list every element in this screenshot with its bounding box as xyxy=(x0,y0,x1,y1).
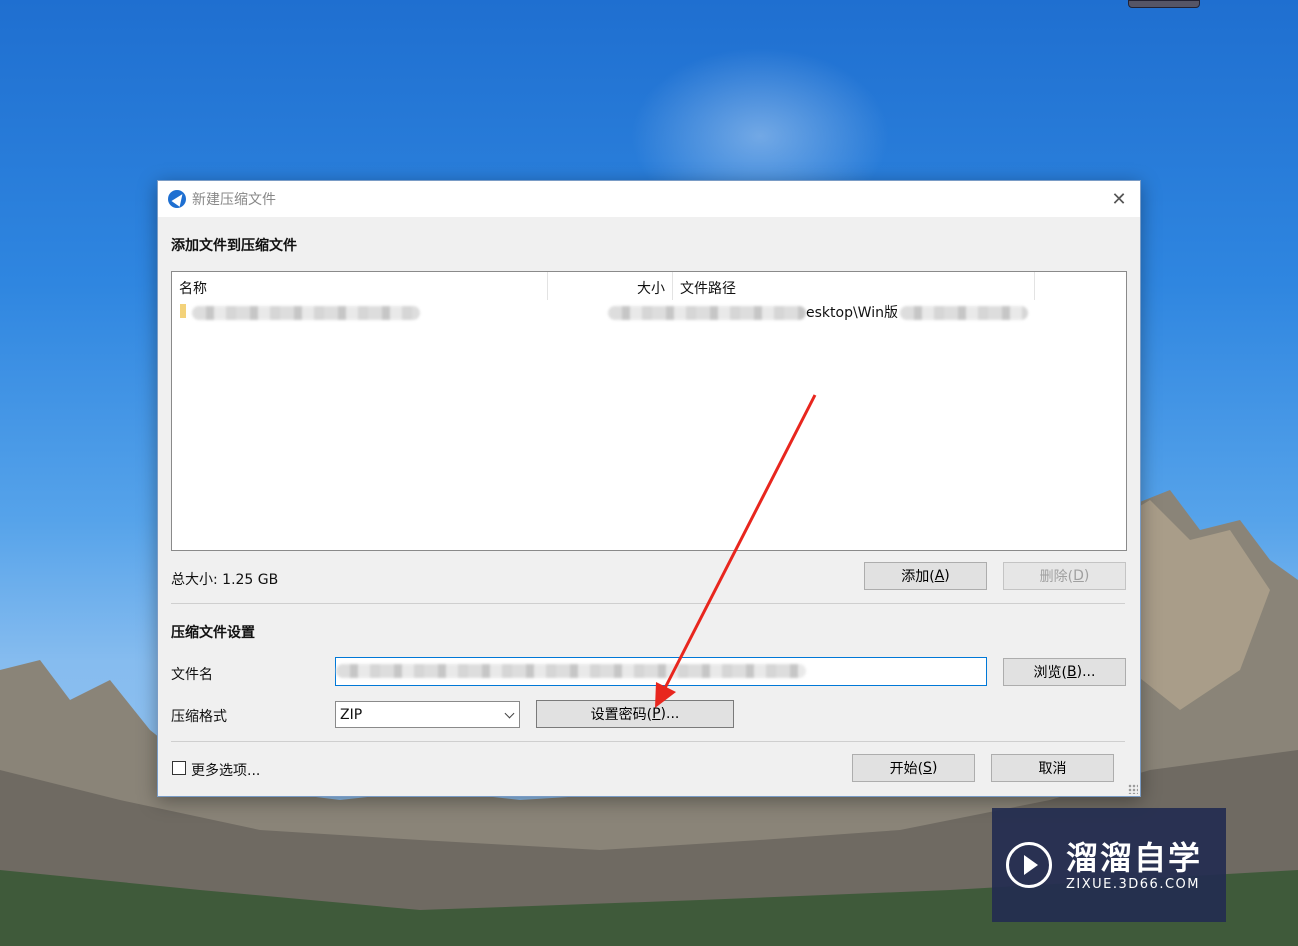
filename-input[interactable] xyxy=(335,657,987,686)
format-select-value: ZIP xyxy=(340,706,363,723)
browse-button-tail: )... xyxy=(1076,664,1096,680)
title-bar: 新建压缩文件 ✕ xyxy=(158,181,1140,217)
divider xyxy=(171,741,1125,742)
column-separator xyxy=(672,272,673,300)
format-label: 压缩格式 xyxy=(171,709,227,725)
column-separator xyxy=(1034,272,1035,300)
delete-button-hotkey: D xyxy=(1073,568,1084,584)
delete-button-label: 删除( xyxy=(1039,569,1074,585)
delete-button-tail: ) xyxy=(1083,568,1090,584)
delete-button[interactable]: 删除(D) xyxy=(1003,562,1126,590)
redacted-path-suffix xyxy=(900,306,1028,320)
chevron-down-icon xyxy=(504,708,515,719)
set-password-label: 设置密码( xyxy=(590,707,653,723)
more-options-label[interactable]: 更多选项... xyxy=(191,760,260,780)
browse-button-label: 浏览( xyxy=(1033,665,1068,681)
start-button-tail: ) xyxy=(931,760,938,776)
format-select[interactable]: ZIP xyxy=(335,701,520,728)
add-files-heading: 添加文件到压缩文件 xyxy=(171,238,297,254)
start-button[interactable]: 开始(S) xyxy=(852,754,975,782)
add-button[interactable]: 添加(A) xyxy=(864,562,987,590)
file-path-cell: esktop\Win版 xyxy=(806,305,898,321)
set-password-hotkey: P xyxy=(652,706,661,722)
dialog-title: 新建压缩文件 xyxy=(192,192,276,208)
more-options-checkbox[interactable] xyxy=(172,761,186,775)
cloud xyxy=(620,40,900,200)
watermark-logo: 溜溜自学 ZIXUE.3D66.COM xyxy=(992,808,1226,922)
new-archive-dialog: 新建压缩文件 ✕ 添加文件到压缩文件 名称 大小 文件路径 esktop\Win… xyxy=(157,180,1141,797)
start-button-label: 开始( xyxy=(889,761,924,777)
app-icon xyxy=(168,190,186,208)
column-header-name[interactable]: 名称 xyxy=(179,278,207,298)
resize-grip-icon[interactable] xyxy=(1128,784,1138,794)
redacted-name xyxy=(192,306,420,320)
add-button-hotkey: A xyxy=(934,568,945,584)
add-button-label: 添加( xyxy=(901,569,935,585)
column-separator xyxy=(547,272,548,300)
browse-button[interactable]: 浏览(B)... xyxy=(1003,658,1126,686)
close-button[interactable]: ✕ xyxy=(1104,185,1134,213)
divider xyxy=(171,603,1125,604)
column-header-size[interactable]: 大小 xyxy=(637,278,665,298)
watermark-url: ZIXUE.3D66.COM xyxy=(1066,876,1200,892)
cancel-button[interactable]: 取消 xyxy=(991,754,1114,782)
redacted-filename xyxy=(336,664,806,678)
filename-label: 文件名 xyxy=(171,667,213,683)
set-password-button[interactable]: 设置密码(P)... xyxy=(536,700,734,728)
close-icon: ✕ xyxy=(1111,188,1127,210)
column-header-path[interactable]: 文件路径 xyxy=(680,278,736,298)
watermark-title: 溜溜自学 xyxy=(1066,838,1203,877)
redacted-path-prefix xyxy=(608,306,806,320)
add-button-tail: ) xyxy=(944,568,950,584)
archive-settings-heading: 压缩文件设置 xyxy=(171,625,255,641)
cancel-button-label: 取消 xyxy=(1038,761,1067,777)
folder-icon xyxy=(180,304,186,318)
start-button-hotkey: S xyxy=(923,760,932,776)
play-icon xyxy=(1006,842,1052,888)
set-password-tail: )... xyxy=(660,706,680,722)
file-list[interactable]: 名称 大小 文件路径 esktop\Win版 xyxy=(171,271,1127,551)
browse-button-hotkey: B xyxy=(1067,664,1077,680)
total-size-label: 总大小: 1.25 GB xyxy=(171,572,279,588)
window-edge xyxy=(1128,0,1200,8)
